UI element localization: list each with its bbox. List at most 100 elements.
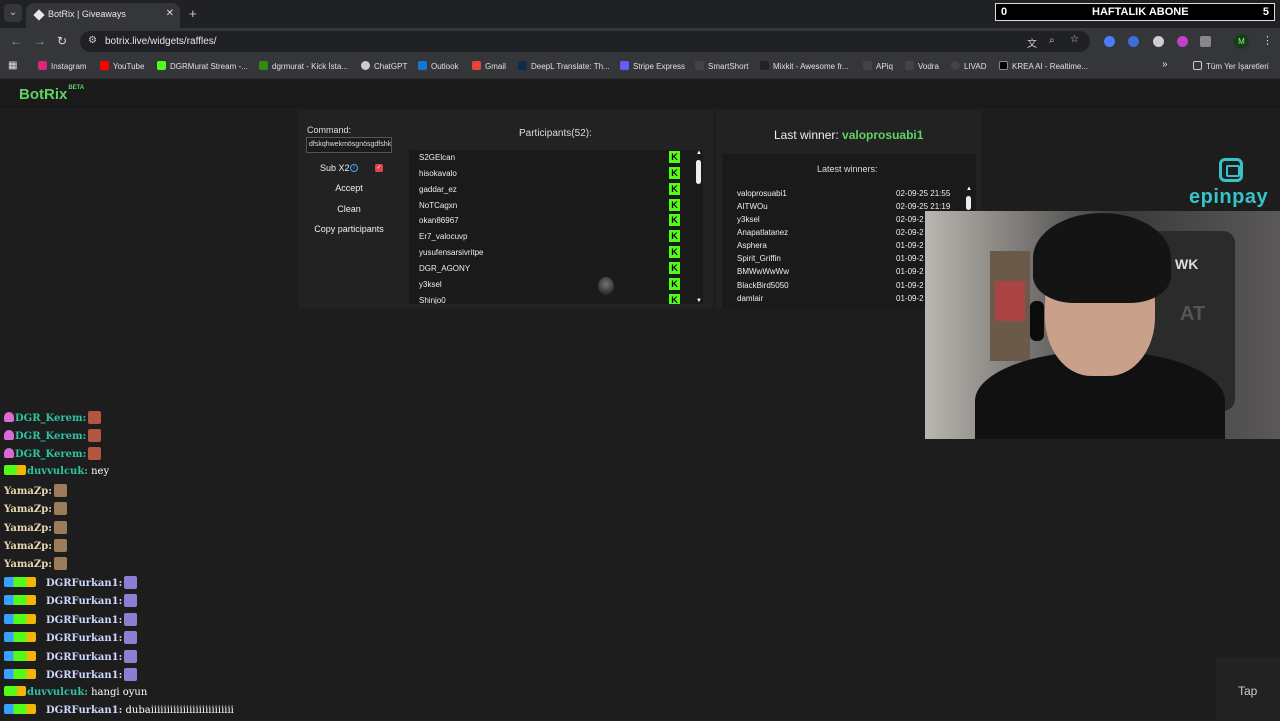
winners-scrollbar[interactable]: ▲ [966, 186, 972, 211]
participants-scrollbar[interactable]: ▲ ▼ [696, 150, 702, 304]
extensions-puzzle-icon[interactable] [1200, 36, 1211, 47]
command-input[interactable]: dfskqhwekmösgnösgdfshklk [306, 137, 392, 153]
chat-username[interactable]: duvvulcuk: [27, 466, 88, 477]
new-tab-plus-icon[interactable]: + [189, 6, 197, 21]
all-bookmarks-folder[interactable]: Tüm Yer İşaretleri [1193, 61, 1269, 74]
emote-icon [124, 631, 138, 644]
bookmark-smartshort[interactable]: SmartShort [695, 61, 748, 74]
participant-row[interactable]: gaddar_ez K [419, 182, 689, 198]
zoom-icon[interactable]: ⌕ [1049, 35, 1055, 46]
livad-icon [951, 61, 960, 70]
scrollbar-thumb[interactable] [966, 196, 971, 210]
participant-row[interactable]: y3ksel K [419, 277, 689, 293]
bookmark-star-icon[interactable]: ☆ [1070, 34, 1079, 45]
extension-icon-4[interactable] [1177, 36, 1188, 47]
botrix-logo[interactable]: BotRixBETA [19, 85, 84, 103]
bookmark-stripe-express[interactable]: Stripe Express [620, 61, 685, 74]
bookmark-mixkit[interactable]: Mixkit - Awesome fr... [760, 61, 848, 74]
emote-icon [124, 594, 138, 607]
last-winner-name: valoprosuabi1 [842, 128, 924, 142]
chat-message: YamaZp: [4, 521, 67, 538]
bookmark-dgrmurat-kick[interactable]: dgrmurat - Kick İsta... [259, 61, 348, 74]
accept-button[interactable]: Accept [306, 183, 392, 193]
apps-grid-icon[interactable]: ▦ [8, 60, 17, 73]
participants-list[interactable]: S2GElcan K hisokavalo K gaddar_ez K NoTCagx… [409, 150, 703, 304]
translate-icon[interactable]: 文 [1027, 35, 1037, 50]
chat-username[interactable]: DGRFurkan1: [46, 596, 122, 607]
bookmark-chatgpt[interactable]: ChatGPT [361, 61, 407, 74]
scrollbar-thumb[interactable] [696, 160, 701, 184]
chat-username[interactable]: DGRFurkan1: [46, 670, 122, 681]
chat-username[interactable]: YamaZp: [4, 504, 52, 515]
chat-username[interactable]: DGRFurkan1: [46, 578, 122, 589]
participant-row[interactable]: okan86967 K [419, 213, 689, 229]
chat-username[interactable]: duvvulcuk: [27, 687, 88, 698]
profile-avatar[interactable]: M [1234, 34, 1249, 49]
emote-icon [53, 502, 67, 515]
scroll-up-arrow-icon[interactable]: ▲ [966, 186, 972, 192]
sub-x2-checkbox[interactable]: ✓ [375, 164, 383, 172]
bookmark-deepl[interactable]: DeepL Translate: Th... [518, 61, 610, 74]
browser-tab[interactable]: BotRix | Giveaways ✕ [26, 3, 180, 28]
participant-row[interactable]: DGR_AGONY K [419, 261, 689, 277]
forward-arrow-icon[interactable]: → [34, 34, 46, 48]
back-arrow-icon[interactable]: ← [10, 34, 22, 48]
bookmark-livad[interactable]: LIVAD [951, 61, 987, 74]
epinpay-logo-icon [1219, 158, 1243, 182]
chat-username[interactable]: DGRFurkan1: [46, 652, 122, 663]
participant-row[interactable]: hisokavalo K [419, 166, 689, 182]
chat-username[interactable]: DGR_Kerem: [15, 449, 86, 460]
clean-button[interactable]: Clean [306, 204, 392, 214]
emote-icon [124, 650, 138, 663]
scroll-up-arrow-icon[interactable]: ▲ [696, 150, 702, 156]
copy-participants-button[interactable]: Copy participants [306, 224, 392, 234]
tab-search-chevron-icon[interactable]: ⌄ [4, 4, 22, 22]
winner-name: valoprosuabi1 [737, 189, 787, 198]
chat-username[interactable]: DGRFurkan1: [46, 705, 122, 716]
emote-icon [53, 557, 67, 570]
chat-username[interactable]: YamaZp: [4, 559, 52, 570]
chat-username[interactable]: DGR_Kerem: [15, 431, 86, 442]
chat-username[interactable]: YamaZp: [4, 541, 52, 552]
bookmark-apiq[interactable]: APiq [863, 61, 893, 74]
address-bar[interactable]: ⚙ botrix.live/widgets/raffles/ 文 ⌕ ☆ [80, 31, 1090, 52]
participant-row[interactable]: yusufensarsivritpe K [419, 245, 689, 261]
chat-message: DGRFurkan1: [4, 576, 138, 593]
winner-date: 01-09-2 [896, 267, 924, 276]
participant-row[interactable]: S2GElcan K [419, 150, 689, 166]
mixkit-icon [760, 61, 769, 70]
extension-icon-1[interactable] [1104, 36, 1115, 47]
scroll-down-arrow-icon[interactable]: ▼ [696, 298, 702, 304]
kick-icon: K [669, 151, 680, 163]
bookmark-krea[interactable]: KREA AI - Realtime... [999, 61, 1088, 74]
more-bookmarks-chevron-icon[interactable]: » [1162, 59, 1168, 72]
youtube-icon [100, 61, 109, 70]
latest-winners-title: Latest winners: [817, 164, 878, 174]
bookmark-instagram[interactable]: Instagram [38, 61, 87, 74]
bookmark-youtube[interactable]: YouTube [100, 61, 144, 74]
bookmark-dgrmurat-stream[interactable]: DGRMurat Stream -... [157, 61, 248, 74]
chat-username[interactable]: DGRFurkan1: [46, 615, 122, 626]
chat-username[interactable]: DGRFurkan1: [46, 633, 122, 644]
chat-username[interactable]: DGR_Kerem: [15, 413, 86, 424]
reload-icon[interactable]: ↻ [57, 34, 67, 48]
chat-username[interactable]: YamaZp: [4, 523, 52, 534]
bookmark-outlook[interactable]: Outlook [418, 61, 459, 74]
chat-message: DGRFurkan1: [4, 631, 138, 648]
bookmark-vodra[interactable]: Vodra [905, 61, 939, 74]
winner-date: 02-09-25 21:55 [896, 189, 951, 198]
participant-row[interactable]: Er7_valocuvp K [419, 229, 689, 245]
shield-extension-icon[interactable] [1153, 36, 1164, 47]
tap-widget[interactable]: Tap [1216, 657, 1280, 720]
subscriber-badge-icon [4, 465, 26, 475]
chat-message-text: dubaiiiiiiiiiiiiiiiiiiiiiiiiii [122, 705, 234, 716]
bookmark-gmail[interactable]: Gmail [472, 61, 506, 74]
participant-row[interactable]: NoTCagxn K [419, 198, 689, 214]
chat-username[interactable]: YamaZp: [4, 486, 52, 497]
site-info-icon[interactable]: ⚙ [88, 35, 97, 46]
participant-row[interactable]: Shinjo0 K [419, 293, 689, 304]
extension-icon-2[interactable] [1128, 36, 1139, 47]
close-tab-icon[interactable]: ✕ [166, 8, 174, 19]
info-icon[interactable]: i [350, 164, 358, 172]
browser-menu-icon[interactable]: ⋮ [1262, 34, 1273, 47]
